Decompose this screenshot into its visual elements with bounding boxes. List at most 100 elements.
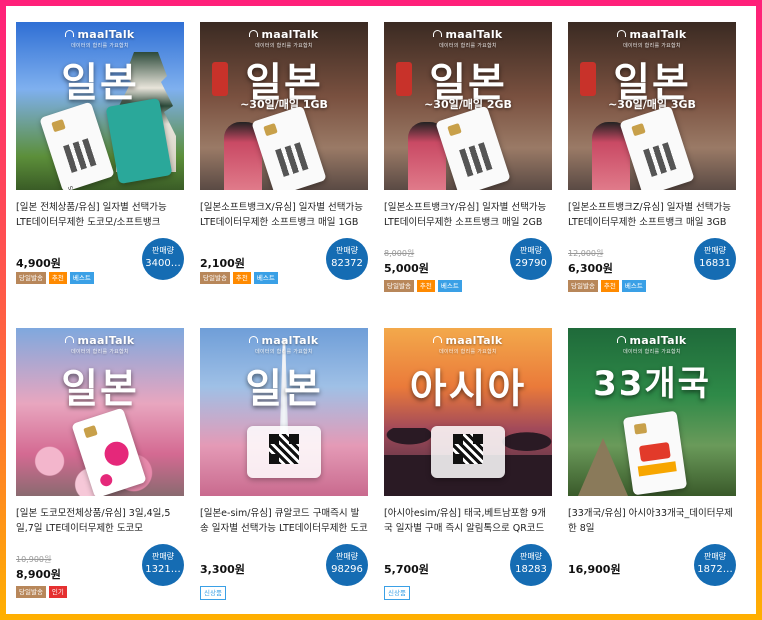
- brand-logo: maalTalk 데이터의 합리를 가요합치: [200, 28, 368, 49]
- sales-label: 판매량: [519, 552, 543, 561]
- product-thumbnail[interactable]: maalTalk 데이터의 합리를 가요합치 일본: [200, 328, 368, 496]
- sales-count: 29790: [515, 258, 547, 269]
- original-price: 12,000원: [568, 249, 604, 258]
- sale-price: 2,100원: [200, 257, 245, 270]
- tag-best: 베스트: [253, 272, 278, 284]
- sales-label: 판매량: [151, 552, 175, 561]
- sales-count: 18283: [515, 564, 547, 575]
- thumbnail-headline: 일본: [61, 366, 139, 412]
- tag-list: 신상품: [384, 586, 410, 600]
- qr-code-card: [431, 426, 505, 478]
- sales-label: 판매량: [703, 246, 727, 255]
- tag-same-day: 당일발송: [200, 272, 230, 284]
- tag-popular: 인기: [48, 586, 67, 598]
- sales-badge: 판매량 1321…: [142, 544, 184, 586]
- qr-code-icon: [453, 434, 483, 464]
- product-card[interactable]: maalTalk데이터의 합리를 가요합치 일본 ~30일/매일 2GB Sof…: [384, 22, 552, 308]
- product-thumbnail[interactable]: maalTalk데이터의 합리를 가요합치 일본 ~30일/매일 1GB Sof…: [200, 22, 368, 190]
- product-card[interactable]: maalTalk데이터의 합리를 가요합치 일본 ~30일/매일 3GB Sof…: [568, 22, 736, 308]
- tag-list: 당일발송 추천 베스트: [568, 280, 646, 292]
- sales-label: 판매량: [335, 246, 359, 255]
- sale-price: 16,900원: [568, 563, 621, 576]
- sales-count: 1872…: [697, 564, 733, 575]
- sales-badge: 판매량 29790: [510, 238, 552, 280]
- sales-label: 판매량: [151, 246, 175, 255]
- sales-count: 1321…: [145, 564, 181, 575]
- product-grid: maalTalk데이터의 합리를 가요합치 일본 SoftBank [일본 전체…: [16, 22, 736, 614]
- thumbnail-subline: ~30일/매일 1GB: [240, 98, 328, 111]
- sales-label: 판매량: [335, 552, 359, 561]
- product-title[interactable]: [33개국/유심] 아시아33개국_데이터무제한 8일: [568, 506, 736, 538]
- thumbnail-headline: 33개국: [593, 364, 711, 404]
- product-card[interactable]: maalTalk데이터의 합리를 가요합치 일본 ~30일/매일 1GB Sof…: [200, 22, 368, 308]
- brand-logo: maalTalk 데이터의 합리를 가요합치: [568, 334, 736, 355]
- sim-card-image: SoftBank: [39, 101, 115, 190]
- tag-list: 당일발송 추천 베스트: [200, 272, 278, 284]
- sim-card-image: SoftBank: [619, 105, 695, 190]
- tag-same-day: 당일발송: [384, 280, 414, 292]
- product-card[interactable]: maalTalk 데이터의 합리를 가요합치 33개국 [33개국/유심] 아시아…: [568, 328, 736, 614]
- sales-label: 판매량: [519, 246, 543, 255]
- product-card[interactable]: maalTalk 데이터의 합리를 가요합치 일본 [일본 도코모전체상품/유심]…: [16, 328, 184, 614]
- tag-best: 베스트: [69, 272, 94, 284]
- sale-price: 8,900원: [16, 568, 61, 581]
- tag-list: 당일발송 추천 베스트: [384, 280, 462, 292]
- brand-logo: maalTalk 데이터의 합리를 가요합치: [568, 28, 736, 49]
- sales-count: 82372: [331, 258, 363, 269]
- tag-same-day: 당일발송: [16, 586, 46, 598]
- original-price: 8,000원: [384, 249, 415, 258]
- thumbnail-headline: 일본: [245, 366, 323, 412]
- product-thumbnail[interactable]: maalTalk데이터의 합리를 가요합치 일본 ~30일/매일 2GB Sof…: [384, 22, 552, 190]
- brand-logo: maalTalk 데이터의 합리를 가요합치: [384, 28, 552, 49]
- sales-badge: 판매량 98296: [326, 544, 368, 586]
- brand-logo: maalTalk 데이터의 합리를 가요합치: [384, 334, 552, 355]
- sale-price: 6,300원: [568, 262, 613, 275]
- tag-new: 신상품: [384, 586, 410, 600]
- tag-recommended: 추천: [232, 272, 251, 284]
- product-card[interactable]: maalTalk데이터의 합리를 가요합치 일본 SoftBank [일본 전체…: [16, 22, 184, 308]
- tag-list: 당일발송 추천 베스트: [16, 272, 94, 284]
- sim-card-image: [622, 410, 688, 496]
- page-frame: maalTalk데이터의 합리를 가요합치 일본 SoftBank [일본 전체…: [6, 6, 756, 614]
- original-price: 10,900원: [16, 555, 52, 564]
- product-thumbnail[interactable]: maalTalk 데이터의 합리를 가요합치 33개국: [568, 328, 736, 496]
- price-block: 3,300원: [200, 560, 245, 577]
- price-block: 12,000원 6,300원: [568, 248, 613, 276]
- product-thumbnail[interactable]: maalTalk데이터의 합리를 가요합치 일본 ~30일/매일 3GB Sof…: [568, 22, 736, 190]
- product-title[interactable]: [일본소프트뱅크X/유심] 일자별 선택가능 LTE데이터무제한 소프트뱅크 매…: [200, 200, 368, 232]
- thumbnail-headline: 아시아: [409, 366, 527, 412]
- tag-list: 신상품: [200, 586, 226, 600]
- product-thumbnail[interactable]: maalTalk 데이터의 합리를 가요합치 일본: [16, 328, 184, 496]
- brand-logo: maalTalk 데이터의 합리를 가요합치: [200, 334, 368, 355]
- product-title[interactable]: [일본소프트뱅크Z/유심] 일자별 선택가능 LTE데이터무제한 소프트뱅크 매…: [568, 200, 736, 232]
- product-card[interactable]: maalTalk 데이터의 합리를 가요합치 일본 [일본e-sim/유심] 큐알…: [200, 328, 368, 614]
- product-title[interactable]: [일본 전체상품/유심] 일자별 선택가능 LTE데이터무제한 도코모/소프트뱅…: [16, 200, 184, 232]
- price-block: 10,900원 8,900원: [16, 554, 61, 582]
- product-thumbnail[interactable]: maalTalk 데이터의 합리를 가요합치 아시아: [384, 328, 552, 496]
- temple-graphic: [578, 438, 628, 496]
- tag-recommended: 추천: [416, 280, 435, 292]
- sales-badge: 판매량 16831: [694, 238, 736, 280]
- sales-badge: 판매량 3400…: [142, 238, 184, 280]
- thumbnail-headline: 일본: [61, 60, 139, 106]
- product-title[interactable]: [일본 도코모전체상품/유심] 3일,4일,5일,7일 LTE데이터무제한 도코…: [16, 506, 184, 538]
- tag-recommended: 추천: [600, 280, 619, 292]
- price-block: 8,000원 5,000원: [384, 248, 429, 276]
- sales-count: 16831: [699, 258, 731, 269]
- qr-code-card: [247, 426, 321, 478]
- product-thumbnail[interactable]: maalTalk데이터의 합리를 가요합치 일본 SoftBank: [16, 22, 184, 190]
- tag-list: 당일발송 인기: [16, 586, 67, 598]
- brand-logo: maalTalk 데이터의 합리를 가요합치: [16, 334, 184, 355]
- brand-logo: maalTalk 데이터의 합리를 가요합치: [16, 28, 184, 49]
- product-title[interactable]: [일본e-sim/유심] 큐알코드 구매즉시 발송 일자별 선택가능 LTE데이…: [200, 506, 368, 538]
- tag-same-day: 당일발송: [568, 280, 598, 292]
- product-title[interactable]: [일본소프트뱅크Y/유심] 일자별 선택가능 LTE데이터무제한 소프트뱅크 매…: [384, 200, 552, 232]
- sale-price: 3,300원: [200, 563, 245, 576]
- price-block: 2,100원: [200, 254, 245, 271]
- sales-label: 판매량: [703, 552, 727, 561]
- product-title[interactable]: [아시아esim/유심] 태국,베트남포함 9개국 일자별 구매 즉시 알림톡으…: [384, 506, 552, 538]
- product-card[interactable]: maalTalk 데이터의 합리를 가요합치 아시아 [아시아esim/유심] 태…: [384, 328, 552, 614]
- sale-price: 5,700원: [384, 563, 429, 576]
- sale-price: 5,000원: [384, 262, 429, 275]
- tag-best: 베스트: [621, 280, 646, 292]
